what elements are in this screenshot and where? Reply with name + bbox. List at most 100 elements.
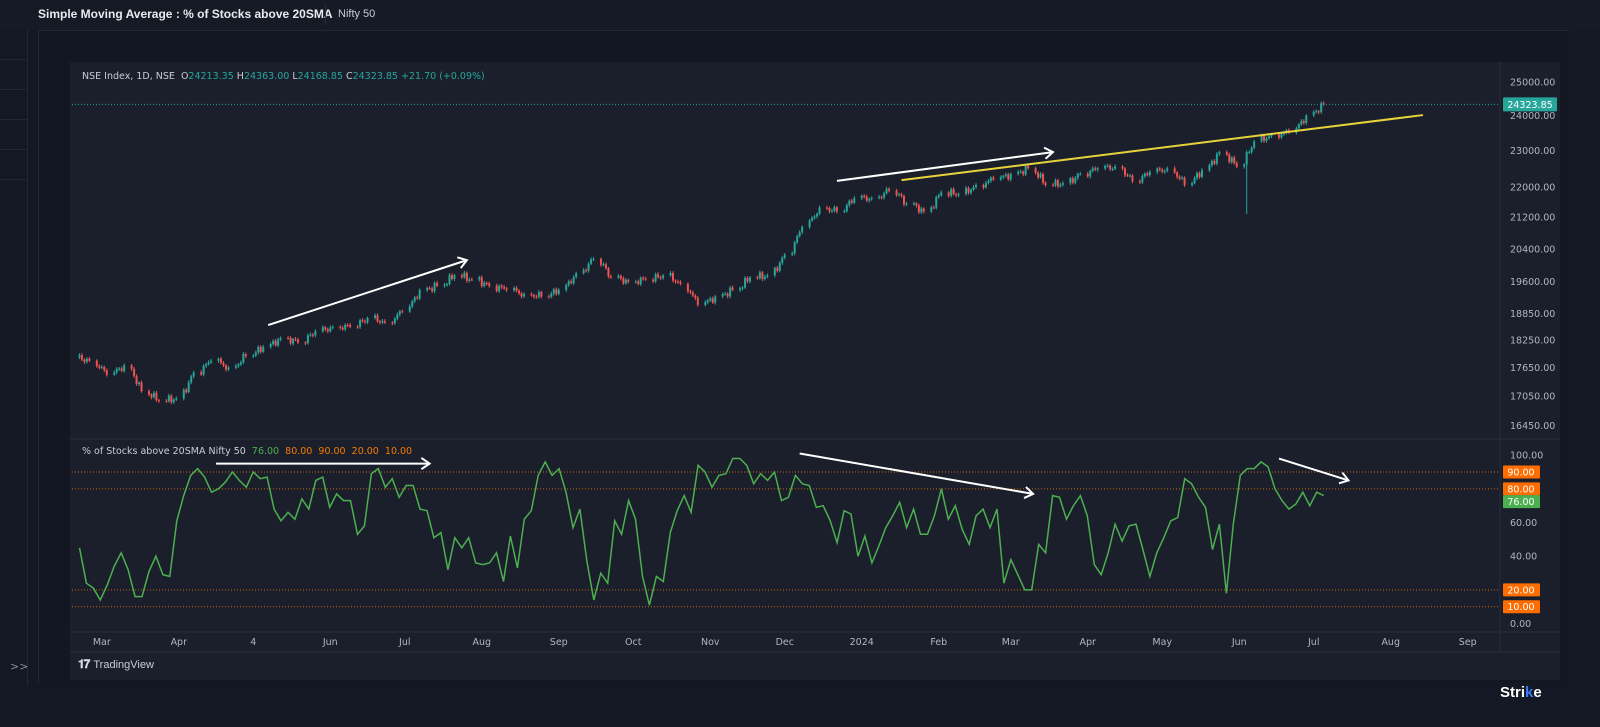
candle-body xyxy=(1225,152,1228,155)
candle-body xyxy=(224,365,227,370)
candle-body xyxy=(999,177,1002,180)
candle-body xyxy=(1260,135,1263,142)
tradingview-brand[interactable]: 𝟏𝟕 TradingView xyxy=(78,657,154,672)
candle-body xyxy=(974,184,977,188)
candle-body xyxy=(80,355,83,360)
chart-canvas[interactable]: 25000.00 24000.00 23000.00 22000.00 21200.00… xyxy=(0,0,1600,727)
candle-body xyxy=(783,254,786,258)
candle-body xyxy=(1143,173,1146,177)
candle-body xyxy=(706,300,709,303)
main-legend: NSE Index, 1D, NSE O24213.35 H24363.00 L… xyxy=(82,71,485,82)
candle-body xyxy=(791,253,794,255)
candle-body xyxy=(1071,178,1074,183)
candle-body xyxy=(274,340,277,346)
candle-body xyxy=(627,279,630,282)
candle-body xyxy=(227,367,230,370)
close-label: C xyxy=(346,71,353,82)
candle-body xyxy=(1250,147,1253,153)
candle-body xyxy=(1297,124,1300,129)
indicator-tick-label: 100.00 xyxy=(1510,451,1543,462)
candle-body xyxy=(639,277,642,285)
time-tick-label: Aug xyxy=(1381,637,1400,648)
candle-body xyxy=(1002,175,1005,178)
candle-body xyxy=(147,391,150,395)
candle-body xyxy=(676,281,679,283)
candle-body xyxy=(254,352,257,356)
candle-body xyxy=(816,213,819,217)
last-price-label: 24323.85 xyxy=(1507,100,1552,111)
candle-body xyxy=(1096,168,1099,170)
candle-body xyxy=(778,262,781,271)
indicator-name[interactable]: % of Stocks above 20SMA Nifty 50 xyxy=(82,446,246,457)
candle-body xyxy=(138,382,141,384)
candle-body xyxy=(488,283,491,286)
candle-body xyxy=(1146,173,1149,176)
price-tick-label: 21200.00 xyxy=(1510,213,1555,224)
candle-body xyxy=(1022,171,1025,175)
candle-body xyxy=(1056,180,1059,187)
brand-label: TradingView xyxy=(93,658,154,671)
candle-body xyxy=(897,194,900,196)
candle-body xyxy=(329,327,332,332)
candle-body xyxy=(912,203,915,205)
candle-body xyxy=(416,297,419,299)
candle-body xyxy=(746,278,749,282)
candle-body xyxy=(398,311,401,315)
candle-body xyxy=(689,291,692,293)
candle-body xyxy=(98,365,101,368)
indicator-line xyxy=(78,457,1325,606)
candle-body xyxy=(709,298,712,301)
candle-body xyxy=(565,285,568,291)
level-90: 90.00 xyxy=(318,446,346,457)
time-tick-label: Dec xyxy=(776,637,794,648)
candle-body xyxy=(955,194,958,196)
candle-body xyxy=(190,376,193,383)
candle-body xyxy=(644,278,647,280)
indicator-arrow xyxy=(1278,457,1349,482)
candle-body xyxy=(366,318,369,323)
candle-body xyxy=(917,205,920,213)
candle-body xyxy=(1128,175,1131,177)
candle-body xyxy=(825,207,828,209)
candle-body xyxy=(83,359,86,362)
candle-body xyxy=(289,338,292,344)
candle-body xyxy=(103,367,106,371)
candle-body xyxy=(1079,173,1082,175)
candle-body xyxy=(448,275,451,285)
candle-body xyxy=(1024,165,1027,175)
candle-body xyxy=(220,358,223,363)
candle-body xyxy=(1027,165,1030,169)
candle-body xyxy=(175,398,178,400)
time-tick-label: Oct xyxy=(625,637,642,648)
price-arrow xyxy=(836,151,1054,182)
candle-body xyxy=(972,187,975,190)
candle-body xyxy=(500,285,503,288)
candle-body xyxy=(582,270,585,274)
candle-body xyxy=(798,232,801,237)
candle-body xyxy=(1004,174,1007,176)
price-tick-label: 25000.00 xyxy=(1510,77,1555,88)
candle-body xyxy=(1248,152,1251,154)
candle-body xyxy=(1210,161,1213,166)
candle-body xyxy=(801,226,804,233)
candle-body xyxy=(552,289,555,294)
candle-body xyxy=(115,368,118,373)
candle-body xyxy=(393,318,396,324)
candle-body xyxy=(550,293,553,297)
candle-body xyxy=(217,358,220,361)
candle-body xyxy=(1305,115,1308,124)
price-tick-label: 24000.00 xyxy=(1510,111,1555,122)
candle-body xyxy=(540,292,543,297)
time-tick-label: Aug xyxy=(472,637,491,648)
time-tick-label: Apr xyxy=(1080,637,1097,648)
candle-body xyxy=(863,195,866,197)
tradingview-logo: 𝟏𝟕 xyxy=(78,657,90,671)
candle-body xyxy=(1044,182,1047,185)
candle-body xyxy=(411,301,414,307)
candle-body xyxy=(729,287,732,297)
time-tick-label: Feb xyxy=(930,637,947,648)
candle-body xyxy=(1235,163,1238,167)
candle-body xyxy=(1007,174,1010,180)
candle-body xyxy=(530,294,533,296)
legend-symbol[interactable]: NSE Index, 1D, NSE xyxy=(82,71,175,82)
